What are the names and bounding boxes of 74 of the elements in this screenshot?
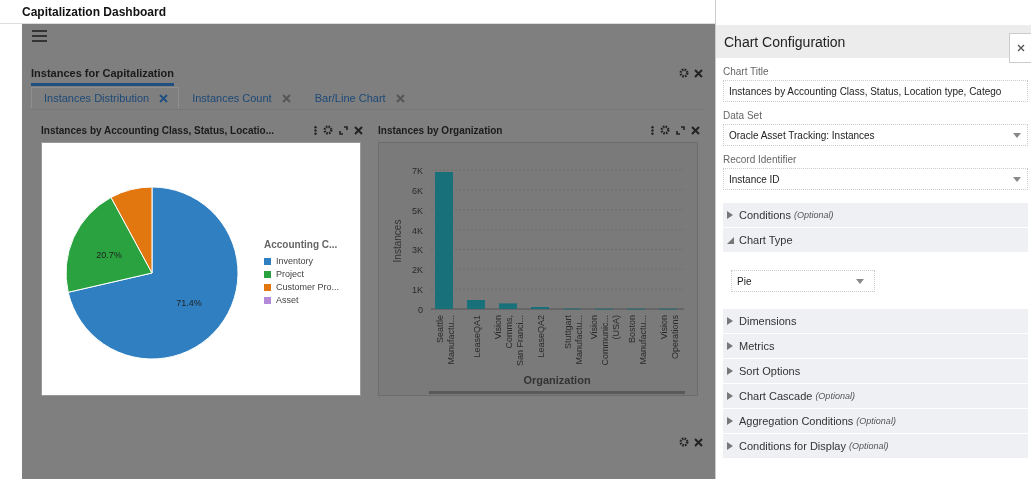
caret-icon (1013, 176, 1021, 182)
tick-label: 3K (412, 245, 423, 256)
y-axis-title: Instances (392, 219, 403, 263)
data-label: 20.7% (96, 249, 122, 260)
accordion-header[interactable]: Conditions for Display (Optional) (723, 434, 1028, 459)
x-axis-title: Organization (523, 374, 591, 386)
expand-icon (727, 317, 734, 325)
expand-icon[interactable] (676, 125, 685, 135)
chart-title: Instances by Organization (378, 124, 503, 136)
settings-icon[interactable] (679, 437, 689, 447)
settings-icon[interactable] (660, 125, 670, 135)
data-label: 71.4% (176, 298, 202, 309)
dropdown[interactable]: Oracle Asset Tracking: Instances (723, 124, 1028, 146)
tick-label: 1K (412, 285, 423, 296)
dropdown[interactable]: Instance ID (723, 168, 1028, 190)
axis-label: Vision Operations (658, 315, 680, 360)
close-icon[interactable] (694, 437, 703, 447)
tick-label: 2K (412, 265, 423, 276)
legend-label: Project (276, 269, 304, 279)
field-label: Chart Title (723, 66, 770, 77)
caret-icon (1013, 132, 1021, 138)
bar (467, 300, 485, 309)
axis-label: LeaseQA1 (472, 315, 482, 358)
close-icon[interactable] (354, 125, 363, 135)
panel-title: Chart Configuration (724, 33, 846, 50)
field-label: Data Set (723, 110, 763, 121)
kebab-icon[interactable] (651, 125, 654, 135)
axis-label: Stuttgart Manufactu... (562, 315, 584, 365)
accordion-header[interactable]: Chart Type (723, 228, 1028, 253)
axis-label: Vision Communic... (USA) (589, 315, 621, 366)
close-button[interactable] (1009, 32, 1031, 63)
accordion-header[interactable]: Metrics (723, 334, 1028, 359)
tick-label: 5K (412, 205, 423, 216)
close-icon (1016, 43, 1025, 52)
tick-label: 7K (412, 166, 423, 176)
settings-icon[interactable] (679, 68, 689, 78)
close-icon[interactable] (159, 93, 169, 103)
expand-icon (727, 211, 734, 219)
expand-icon (727, 442, 734, 450)
axis-label: LeaseQA2 (536, 315, 546, 358)
expand-icon (727, 417, 734, 425)
axis-label: Boston Manufactu... (626, 315, 648, 365)
text-field[interactable]: Instances by Accounting Class, Status, Location type, Catego (723, 80, 1028, 102)
axis-label: Vision Comms, San Franci... (493, 315, 525, 367)
page-title: Capitalization Dashboard (22, 4, 167, 19)
expand-icon (727, 367, 734, 375)
legend-label: Asset (276, 295, 299, 305)
accordion-header[interactable]: Conditions (Optional) (723, 203, 1028, 228)
legend-label: Inventory (276, 256, 314, 266)
region-title: Instances for Capitalization (31, 67, 175, 86)
legend-label: Customer Pro... (276, 282, 340, 292)
expand-icon (727, 342, 734, 350)
expand-icon[interactable] (339, 125, 348, 135)
accordion-header[interactable]: Aggregation Conditions (Optional) (723, 409, 1028, 434)
collapse-icon (727, 236, 734, 244)
close-icon[interactable] (691, 125, 700, 135)
caret-icon (856, 278, 864, 284)
field-label: Record Identifier (723, 154, 798, 165)
dropdown[interactable]: Pie (731, 270, 875, 292)
close-icon[interactable] (694, 68, 703, 78)
tick-label: 6K (412, 185, 423, 196)
accordion-header[interactable]: Sort Options (723, 359, 1028, 384)
menu-icon[interactable] (32, 30, 47, 42)
accordion-header[interactable]: Chart Cascade (Optional) (723, 384, 1028, 409)
chart-title: Instances by Accounting Class, Status, Locatio... (41, 124, 274, 136)
bar (499, 303, 517, 309)
tick-label: 0 (418, 305, 423, 315)
accordion-header[interactable]: Dimensions (723, 309, 1028, 334)
axis-label: Seattle Manufactu... (434, 315, 456, 365)
settings-icon[interactable] (323, 125, 333, 135)
tick-label: 4K (412, 225, 423, 236)
legend-title: Accounting C... (264, 239, 339, 250)
expand-icon (727, 392, 734, 400)
kebab-icon[interactable] (314, 125, 317, 135)
